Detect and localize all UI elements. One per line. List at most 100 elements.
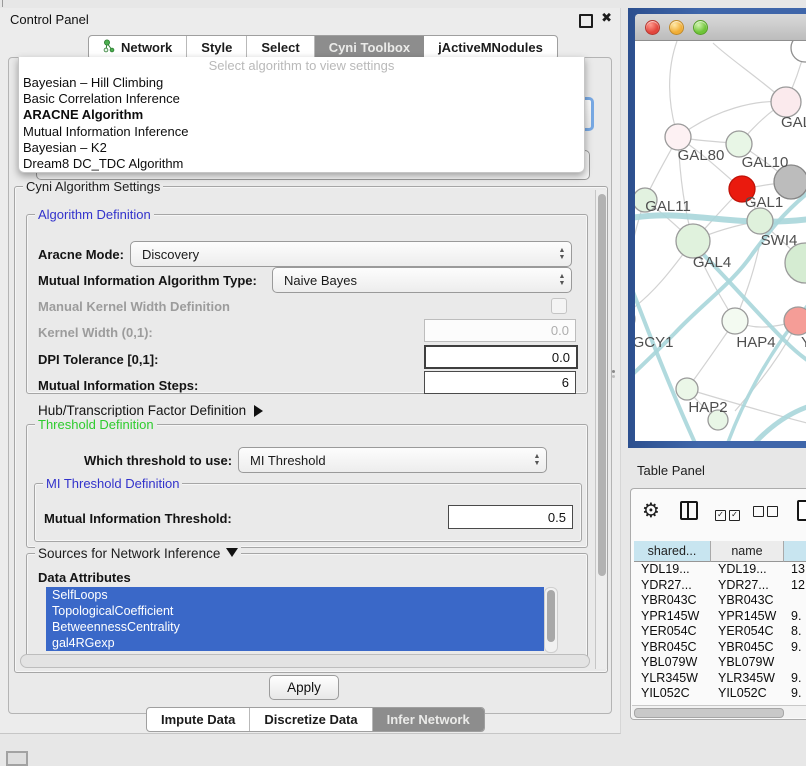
table-cell[interactable]: YIL052C (711, 686, 784, 702)
tab-style[interactable]: Style (187, 36, 247, 59)
data-attributes-list[interactable]: SelfLoopsTopologicalCoefficientBetweenne… (46, 587, 544, 651)
attributes-scrollbar[interactable] (544, 587, 558, 653)
zoom-traffic-light[interactable] (693, 20, 708, 35)
tab-select[interactable]: Select (247, 36, 314, 59)
tab-infer-network[interactable]: Infer Network (373, 708, 484, 731)
mi-threshold-field[interactable]: 0.5 (448, 505, 573, 529)
dpi-tolerance-label: DPI Tolerance [0,1]: (38, 352, 158, 367)
mi-algorithm-type-label: Mutual Information Algorithm Type: (38, 273, 257, 288)
panel-divider-grip[interactable] (612, 375, 615, 378)
table-cell[interactable]: YBR045C (711, 640, 784, 656)
network-graph[interactable]: GALGAL80GAL10GAL1GAL11SWI4GAL4GCY1HAP4YH… (635, 41, 806, 441)
network-window-titlebar[interactable] (635, 14, 806, 41)
network-node[interactable] (722, 308, 748, 334)
algorithm-option[interactable]: Bayesian – Hill Climbing (19, 75, 584, 91)
network-node[interactable] (791, 41, 806, 62)
tab-cyni-toolbox[interactable]: Cyni Toolbox (315, 36, 424, 59)
aracne-mode-combobox[interactable]: Discovery ▲▼ (130, 241, 572, 267)
attribute-item[interactable]: TopologicalCoefficient (46, 603, 544, 619)
table-cell[interactable]: YIL052C (634, 686, 711, 702)
table-cell[interactable]: YLR345W (711, 671, 784, 687)
tab-network[interactable]: Network (89, 36, 187, 59)
node-label: GCY1 (635, 334, 673, 351)
scrollbar-thumb[interactable] (598, 194, 606, 576)
apply-button[interactable]: Apply (269, 675, 339, 700)
network-node[interactable] (676, 224, 710, 258)
table-cell[interactable]: YLR345W (634, 671, 711, 687)
kernel-width-field[interactable]: 0.0 (424, 319, 576, 342)
network-edge[interactable] (678, 101, 786, 137)
panel-divider-grip[interactable] (612, 370, 615, 373)
algorithm-option[interactable]: Mutual Information Inference (19, 124, 584, 140)
table-cell[interactable]: YDL19... (634, 562, 711, 578)
network-edge[interactable] (670, 41, 678, 137)
algorithm-option[interactable]: Dream8 DC_TDC Algorithm (19, 156, 584, 172)
sheet-icon[interactable] (797, 500, 806, 521)
close-icon[interactable]: ✖ (601, 10, 612, 26)
table-cell[interactable]: YDR27... (634, 578, 711, 594)
gear-icon[interactable]: ⚙ (642, 498, 660, 523)
table-cell[interactable]: 9. (784, 609, 806, 625)
tab-discretize-data[interactable]: Discretize Data (250, 708, 372, 731)
attribute-item[interactable]: BetweennessCentrality (46, 619, 544, 635)
table-cell[interactable]: YPR145W (711, 609, 784, 625)
table-cell[interactable]: YBR043C (634, 593, 711, 609)
manual-kernel-width-checkbox[interactable] (551, 298, 567, 314)
table-cell[interactable]: YER054C (634, 624, 711, 640)
table-cell[interactable]: YBR045C (634, 640, 711, 656)
which-threshold-combobox[interactable]: MI Threshold ▲▼ (238, 447, 547, 473)
settings-horizontal-scrollbar[interactable] (20, 654, 590, 668)
table-cell[interactable]: 8. (784, 624, 806, 640)
tab-impute-data[interactable]: Impute Data (147, 708, 250, 731)
table-cell[interactable]: 9. (784, 640, 806, 656)
hub-definition-expander[interactable]: Hub/Transcription Factor Definition (38, 403, 263, 418)
select-all-checkboxes-icon[interactable]: ✓✓ (715, 504, 743, 522)
attribute-item[interactable]: gal4RGexp (46, 635, 544, 651)
column-header-name[interactable]: name (711, 541, 784, 562)
split-columns-icon[interactable] (680, 501, 698, 520)
scrollbar-thumb[interactable] (547, 590, 555, 642)
sources-expander[interactable]: Sources for Network Inference (35, 546, 241, 561)
algorithm-option[interactable]: Bayesian – K2 (19, 140, 584, 156)
table-cell[interactable]: YDR27... (711, 578, 784, 594)
tab-jactivemnodules[interactable]: jActiveMNodules (424, 36, 557, 59)
table-cell[interactable]: 12 (784, 578, 806, 594)
mi-algorithm-type-combobox[interactable]: Naive Bayes ▲▼ (272, 267, 572, 293)
table-cell[interactable] (784, 593, 806, 609)
node-label: HAP4 (736, 334, 775, 351)
mi-steps-field[interactable]: 6 (424, 371, 576, 394)
column-header-next[interactable]: A (784, 541, 806, 562)
node-label: GAL11 (645, 198, 691, 215)
panel-grip-box[interactable] (6, 751, 28, 766)
network-node[interactable] (771, 87, 801, 117)
table-cell[interactable]: YBR043C (711, 593, 784, 609)
algorithm-option[interactable]: Basic Correlation Inference (19, 91, 584, 107)
table-cell[interactable]: YER054C (711, 624, 784, 640)
network-node[interactable] (747, 208, 773, 234)
float-window-icon[interactable] (579, 14, 593, 28)
dpi-tolerance-field[interactable]: 0.0 (424, 345, 578, 369)
table-cell[interactable]: 9. (784, 671, 806, 687)
settings-vertical-scrollbar[interactable] (595, 190, 607, 669)
network-edge-highlighted[interactable] (635, 271, 695, 441)
deselect-all-checkboxes-icon[interactable] (753, 504, 781, 522)
algorithm-option[interactable]: ARACNE Algorithm (19, 107, 584, 123)
table-cell[interactable]: 9. (784, 686, 806, 702)
network-node[interactable] (785, 243, 806, 283)
minimize-traffic-light[interactable] (669, 20, 684, 35)
attribute-item[interactable]: SelfLoops (46, 587, 544, 603)
table-cell[interactable] (784, 655, 806, 671)
node-table[interactable]: shared... name A YDL19...YDL19...13YDR27… (634, 541, 806, 717)
table-cell[interactable]: 13 (784, 562, 806, 578)
table-cell[interactable]: YBL079W (634, 655, 711, 671)
network-node[interactable] (784, 307, 806, 335)
table-horizontal-scrollbar[interactable] (632, 705, 806, 718)
table-cell[interactable]: YPR145W (634, 609, 711, 625)
table-cell[interactable]: YBL079W (711, 655, 784, 671)
close-traffic-light[interactable] (645, 20, 660, 35)
scrollbar-thumb[interactable] (634, 708, 784, 718)
table-cell[interactable]: YDL19... (711, 562, 784, 578)
network-node[interactable] (676, 378, 698, 400)
network-canvas-frame: GALGAL80GAL10GAL1GAL11SWI4GAL4GCY1HAP4YH… (635, 14, 806, 441)
column-header-shared[interactable]: shared... (634, 541, 711, 562)
